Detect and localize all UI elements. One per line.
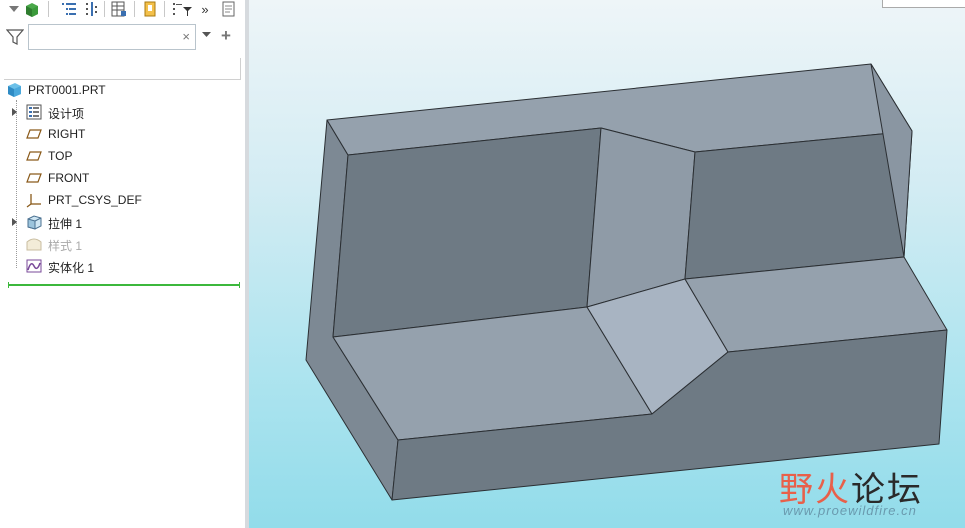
tree-item-label: PRT_CSYS_DEF [48,193,142,207]
insert-here-marker[interactable] [8,282,240,288]
datum-plane-icon [26,148,42,164]
tree-item-label: FRONT [48,171,90,185]
search-input[interactable] [33,26,177,50]
model-back-wall-left [332,127,602,338]
filter-icon[interactable] [5,28,25,46]
datum-plane-icon [26,170,42,186]
model-tree-panel: » × + PRT0001.PRT 设计项 RIGHT TOP FRONT PR… [0,0,245,528]
design-items-icon [26,104,42,120]
tree-item-csys[interactable]: PRT_CSYS_DEF [0,190,245,210]
chevron-down-icon[interactable] [202,30,211,40]
more-icon[interactable]: » [198,0,212,18]
tree-item-label: 设计项 [48,107,85,121]
tree-item-label: 实体化 1 [48,261,95,275]
add-icon[interactable]: + [221,26,231,46]
tree-header-divider [4,58,241,80]
tree-item-label: TOP [48,149,73,163]
csys-icon [26,192,42,208]
tree-item-style[interactable]: 样式 1 [0,234,245,254]
expand-icon[interactable] [12,108,17,116]
solidify-icon [26,258,42,274]
tree-filter-icon[interactable] [172,0,194,18]
tree-item-top[interactable]: TOP [0,146,245,166]
tree-list-icon[interactable] [60,0,78,18]
part-icon [6,82,22,98]
model-back-wall-right [684,130,913,280]
style-icon [26,236,42,252]
graphics-viewport[interactable]: 野火论坛 www.proewildfire.cn [249,0,965,528]
tree-item-label: 拉伸 1 [48,217,83,231]
datum-plane-icon [26,126,42,142]
tree-item-solidify[interactable]: 实体化 1 [0,256,245,276]
tree-item-label: RIGHT [48,127,86,141]
tree-columns-icon[interactable] [84,0,102,18]
tree-item-extrude[interactable]: 拉伸 1 [0,212,245,232]
notes-icon[interactable] [220,0,238,18]
tree-item-front[interactable]: FRONT [0,168,245,188]
tree-root-label: PRT0001.PRT [28,83,106,97]
tree-item-right[interactable]: RIGHT [0,124,245,144]
search-box[interactable]: × [28,24,196,50]
expand-icon[interactable] [12,218,17,226]
clear-icon[interactable]: × [182,29,190,44]
tree-item-design-items[interactable]: 设计项 [0,102,245,122]
model-back-wall-chamfer [586,127,696,308]
watermark-url: www.proewildfire.cn [783,503,917,518]
part-model[interactable] [249,0,965,528]
table-icon[interactable] [110,0,128,18]
extrude-icon [26,214,42,230]
dropdown-arrow-icon[interactable] [8,0,20,18]
tree-root[interactable]: PRT0001.PRT [0,80,245,100]
highlight-icon[interactable] [141,0,159,18]
part-icon[interactable] [22,0,40,18]
tree-item-label: 样式 1 [48,239,83,253]
